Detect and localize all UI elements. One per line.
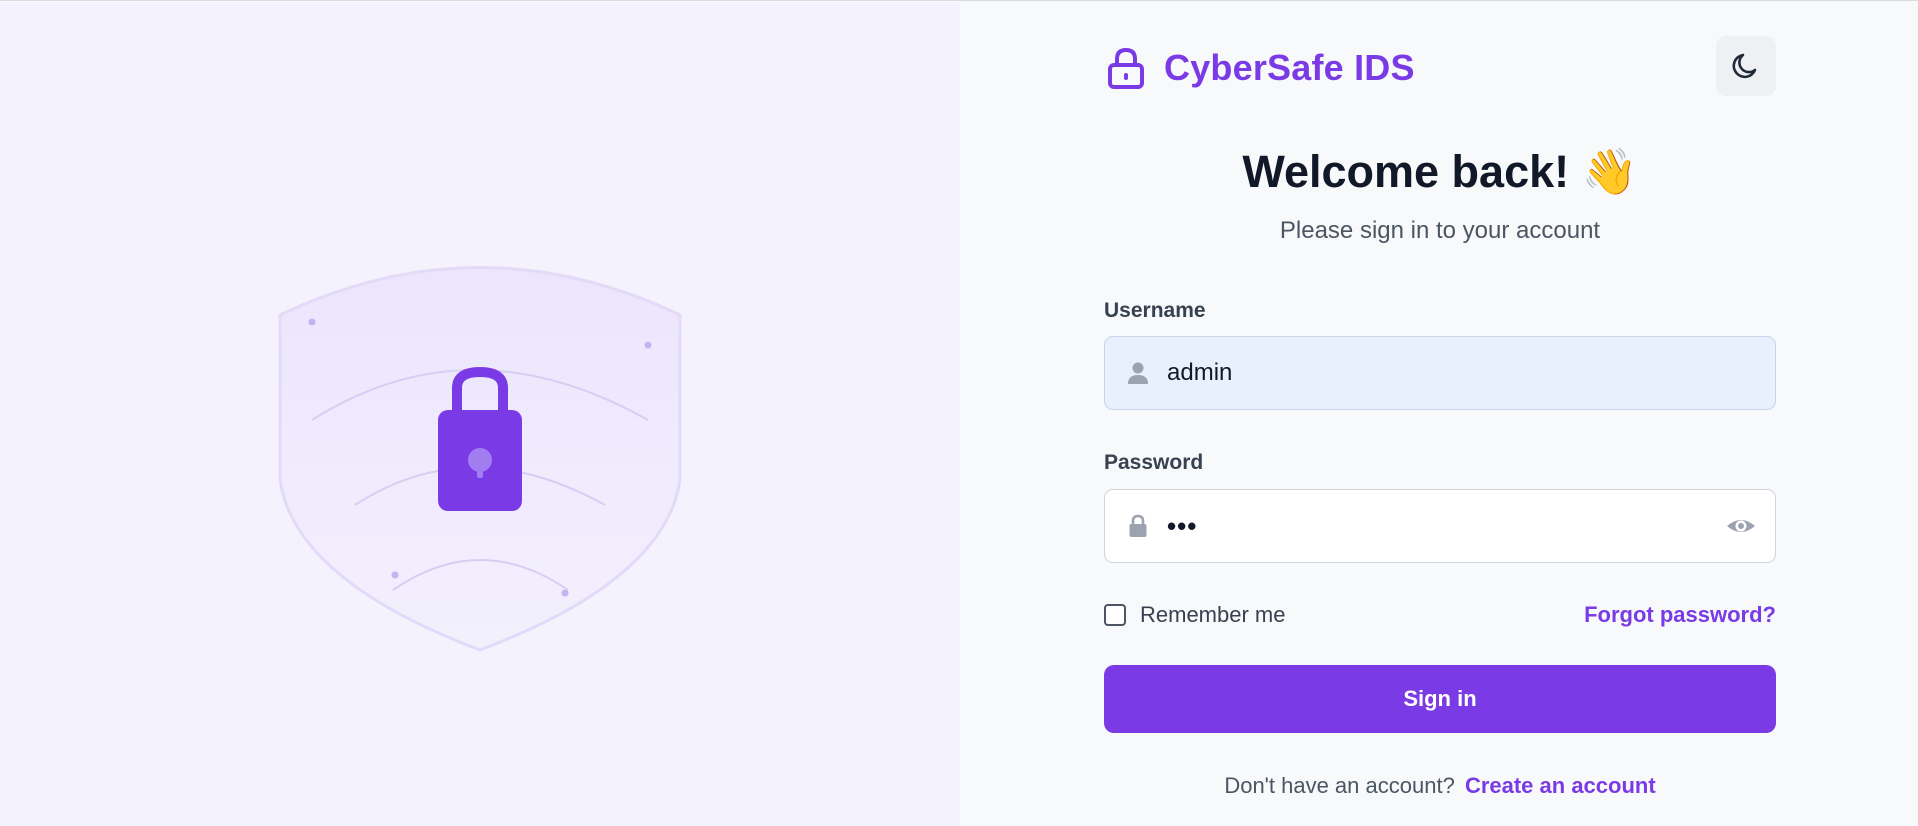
lock-icon <box>1108 47 1144 89</box>
lock-icon <box>1129 514 1147 537</box>
sign-in-button[interactable]: Sign in <box>1104 665 1776 733</box>
signup-prompt-text: Don't have an account? <box>1224 773 1455 798</box>
username-field[interactable] <box>1104 336 1776 410</box>
page-title-text: Welcome back! <box>1242 146 1570 197</box>
password-input[interactable]: ••• <box>1167 490 1725 562</box>
username-input[interactable] <box>1167 337 1775 409</box>
remember-me[interactable]: Remember me <box>1104 602 1285 628</box>
shield-lock-illustration <box>278 266 682 652</box>
moon-icon <box>1732 53 1757 79</box>
page-subtitle: Please sign in to your account <box>1279 217 1601 244</box>
brand: CyberSafe IDS <box>1104 44 1415 92</box>
username-label: Username <box>1104 299 1206 322</box>
illustration-panel <box>0 2 960 826</box>
brand-name: CyberSafe IDS <box>1164 47 1415 88</box>
wave-emoji: 👋 <box>1581 145 1638 198</box>
create-account-link[interactable]: Create an account <box>1465 773 1656 798</box>
signup-prompt: Don't have an account? Create an account <box>1104 773 1776 799</box>
remember-me-checkbox[interactable] <box>1104 604 1126 626</box>
forgot-password-link[interactable]: Forgot password? <box>1584 602 1776 628</box>
user-icon <box>1128 362 1148 384</box>
page-title: Welcome back! 👋 <box>1104 145 1776 198</box>
password-field[interactable]: ••• <box>1104 489 1776 563</box>
theme-toggle-button[interactable] <box>1716 36 1776 96</box>
password-label: Password <box>1104 451 1204 474</box>
remember-me-label: Remember me <box>1140 602 1286 627</box>
eye-icon[interactable] <box>1725 510 1757 542</box>
